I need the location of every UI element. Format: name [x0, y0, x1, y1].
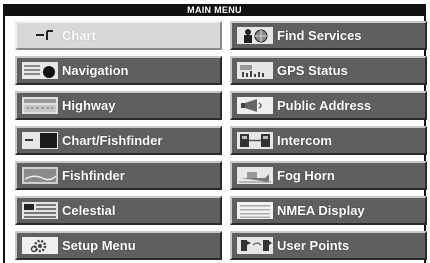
menu-button-public-address[interactable]: Public Address	[230, 91, 427, 120]
menu-label: NMEA Display	[277, 203, 365, 218]
menu-button-chart-fishfinder[interactable]: Chart/Fishfinder	[15, 126, 222, 155]
gps-status-icon	[237, 61, 273, 80]
intercom-icon	[237, 131, 273, 150]
chart-icon	[22, 26, 58, 45]
highway-icon	[22, 96, 58, 115]
menu-button-fog-horn[interactable]: Fog Horn	[230, 161, 427, 190]
menu-button-navigation[interactable]: Navigation	[15, 56, 222, 85]
chart-fishfinder-icon	[22, 131, 58, 150]
menu-button-fishfinder[interactable]: Fishfinder	[15, 161, 222, 190]
megaphone-icon	[237, 96, 273, 115]
navigation-icon	[22, 61, 58, 80]
menu-button-celestial[interactable]: Celestial	[15, 196, 222, 225]
menu-label: Chart/Fishfinder	[62, 133, 163, 148]
menu-label: Chart	[62, 28, 96, 43]
menu-button-nmea-display[interactable]: NMEA Display	[230, 196, 427, 225]
menu-label: Navigation	[62, 63, 129, 78]
menu-button-gps-status[interactable]: GPS Status	[230, 56, 427, 85]
menu-label: Fog Horn	[277, 168, 335, 183]
menu-label: Find Services	[277, 28, 362, 43]
menu-button-chart[interactable]: Chart	[15, 21, 222, 50]
menu-button-highway[interactable]: Highway	[15, 91, 222, 120]
menu-label: Celestial	[62, 203, 116, 218]
menu-label: GPS Status	[277, 63, 348, 78]
main-menu-frame: Chart Navigation Highway Chart/Fishfinde…	[3, 16, 427, 263]
menu-label: Public Address	[277, 98, 372, 113]
menu-button-intercom[interactable]: Intercom	[230, 126, 427, 155]
menu-button-find-services[interactable]: Find Services	[230, 21, 427, 50]
menu-button-user-points[interactable]: User Points	[230, 231, 427, 260]
menu-button-setup-menu[interactable]: Setup Menu	[15, 231, 222, 260]
menu-label: User Points	[277, 238, 350, 253]
nmea-display-icon	[237, 201, 273, 220]
main-menu-title: MAIN MENU	[3, 4, 426, 16]
menu-label: Fishfinder	[62, 168, 125, 183]
fog-horn-icon	[237, 166, 273, 185]
setup-gear-icon	[22, 236, 58, 255]
menu-label: Intercom	[277, 133, 332, 148]
fishfinder-icon	[22, 166, 58, 185]
celestial-icon	[22, 201, 58, 220]
find-services-icon	[237, 26, 273, 45]
menu-label: Highway	[62, 98, 116, 113]
menu-label: Setup Menu	[62, 238, 136, 253]
user-points-icon	[237, 236, 273, 255]
